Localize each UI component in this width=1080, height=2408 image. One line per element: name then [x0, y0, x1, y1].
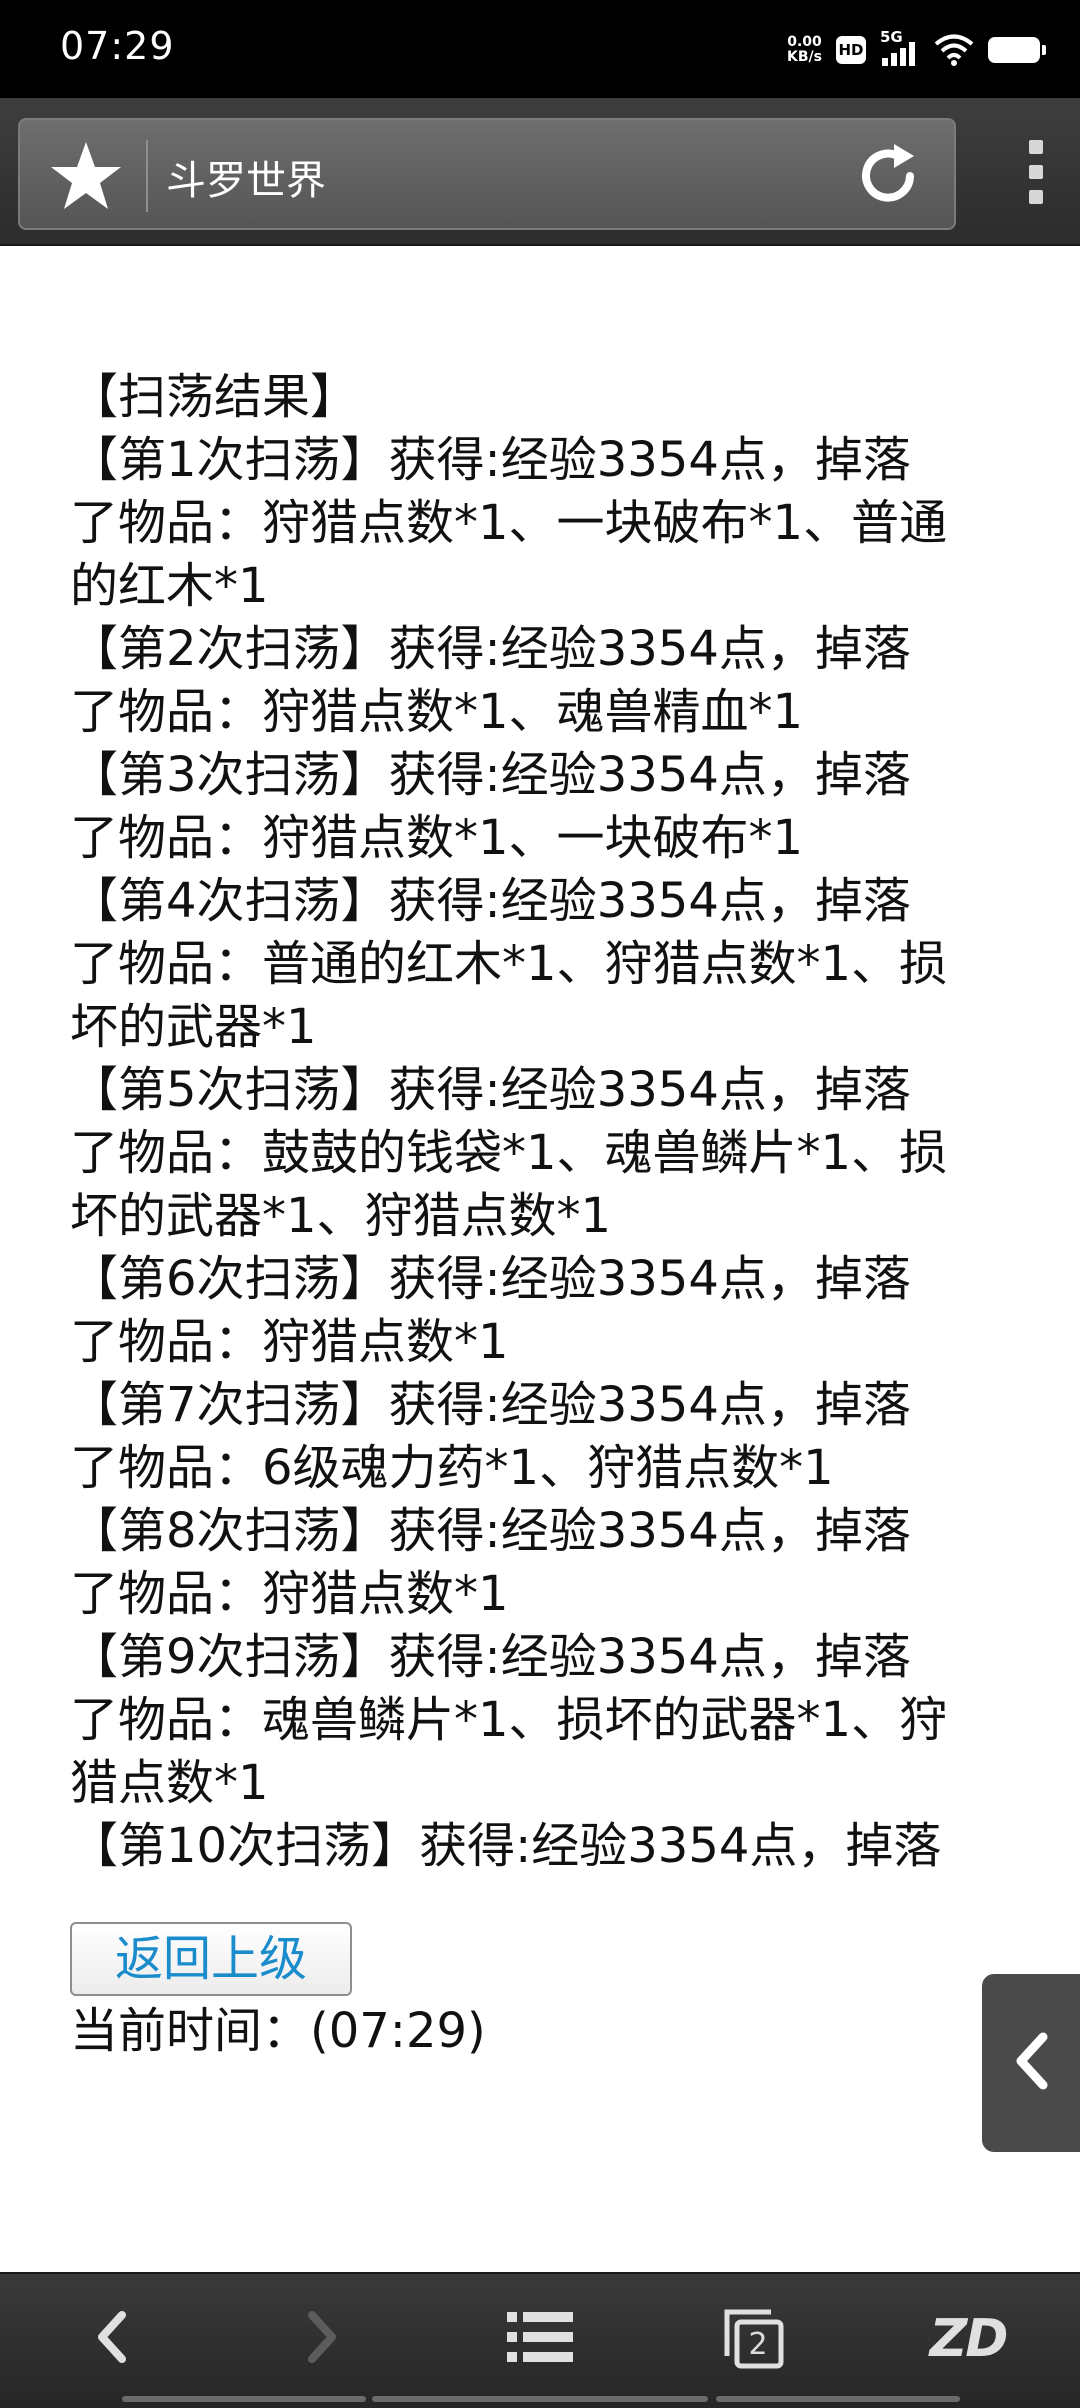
status-time: 07:29 [60, 24, 175, 68]
result-line: 了物品：狩猎点数*1 [70, 1314, 509, 1370]
tab-count: 2 [748, 2326, 768, 2362]
result-line: 了物品：狩猎点数*1 [70, 1566, 509, 1622]
menu-list-button[interactable] [480, 2294, 600, 2384]
result-line: 坏的武器*1 [70, 999, 317, 1055]
result-line: 【第4次扫荡】获得:经验3354点，掉落 [70, 873, 911, 929]
chevron-left-icon [92, 2309, 132, 2369]
bookmark-star-icon[interactable] [36, 136, 136, 216]
overflow-menu-icon[interactable] [1016, 140, 1056, 204]
wifi-icon [934, 33, 974, 67]
page-title: 斗罗世界 [166, 158, 326, 204]
result-line: 了物品：魂兽鳞片*1、损坏的武器*1、狩 [70, 1692, 948, 1748]
result-line: 【第2次扫荡】获得:经验3354点，掉落 [70, 621, 911, 677]
result-line: 【第9次扫荡】获得:经验3354点，掉落 [70, 1629, 911, 1685]
tabs-icon: 2 [719, 2304, 789, 2374]
zd-logo: ZD [929, 2309, 1009, 2369]
status-bar: 07:29 0.00 KB/s HD 5G [0, 0, 1080, 98]
page-content: 【扫荡结果】 【第1次扫荡】获得:经验3354点，掉落 了物品：狩猎点数*1、一… [70, 366, 1040, 2063]
browser-toolbar: 斗罗世界 [0, 98, 1080, 246]
result-line: 【第1次扫荡】获得:经验3354点，掉落 [70, 432, 911, 488]
result-line: 【第5次扫荡】获得:经验3354点，掉落 [70, 1062, 911, 1118]
tabs-button[interactable]: 2 [694, 2294, 814, 2384]
result-line: 了物品：狩猎点数*1、一块破布*1 [70, 810, 804, 866]
result-line: 了物品：普通的红木*1、狩猎点数*1、损 [70, 936, 948, 992]
refresh-icon[interactable] [846, 134, 930, 218]
net-speed-value: 0.00 [787, 34, 822, 50]
result-line: 了物品：鼓鼓的钱袋*1、魂兽鳞片*1、损 [70, 1125, 948, 1181]
status-icons: 0.00 KB/s HD 5G [787, 28, 1046, 72]
address-bar[interactable]: 斗罗世界 [18, 118, 956, 230]
result-line: 【第10次扫荡】获得:经验3354点，掉落 [70, 1818, 942, 1874]
network-speed-indicator: 0.00 KB/s [787, 35, 822, 65]
net-speed-unit: KB/s [787, 49, 822, 65]
side-panel-toggle[interactable] [982, 1974, 1080, 2152]
battery-icon [988, 37, 1046, 63]
result-line: 【第8次扫荡】获得:经验3354点，掉落 [70, 1503, 911, 1559]
list-icon [505, 2308, 575, 2370]
result-line: 猎点数*1 [70, 1755, 269, 1811]
result-line: 的红木*1 [70, 558, 269, 614]
result-line: 了物品：狩猎点数*1、魂兽精血*1 [70, 684, 804, 740]
bottom-toolbar: 2 ZD [0, 2272, 1080, 2408]
result-line: 【扫荡结果】 [70, 369, 359, 425]
chevron-left-icon [1011, 2031, 1051, 2095]
address-divider [146, 140, 148, 212]
browser-logo-button[interactable]: ZD [908, 2294, 1028, 2384]
toolbar-indicator [372, 2396, 708, 2402]
result-line: 【第6次扫荡】获得:经验3354点，掉落 [70, 1251, 911, 1307]
toolbar-indicator [122, 2396, 366, 2402]
hd-voice-icon: HD [836, 36, 866, 64]
sweep-results: 【扫荡结果】 【第1次扫荡】获得:经验3354点，掉落 了物品：狩猎点数*1、一… [70, 366, 1040, 1878]
result-line: 坏的武器*1、狩猎点数*1 [70, 1188, 612, 1244]
back-to-parent-button[interactable]: 返回上级 [70, 1922, 352, 1996]
current-time-text: 当前时间：(07:29) [70, 2003, 486, 2059]
chevron-right-icon [302, 2309, 342, 2369]
result-line: 了物品：狩猎点数*1、一块破布*1、普通 [70, 495, 948, 551]
toolbar-indicator [716, 2396, 960, 2402]
back-nav-button[interactable] [52, 2294, 172, 2384]
result-line: 【第3次扫荡】获得:经验3354点，掉落 [70, 747, 911, 803]
forward-nav-button[interactable] [262, 2294, 382, 2384]
cellular-signal-icon: 5G [880, 28, 920, 68]
result-line: 了物品：6级魂力药*1、狩猎点数*1 [70, 1440, 834, 1496]
result-line: 【第7次扫荡】获得:经验3354点，掉落 [70, 1377, 911, 1433]
